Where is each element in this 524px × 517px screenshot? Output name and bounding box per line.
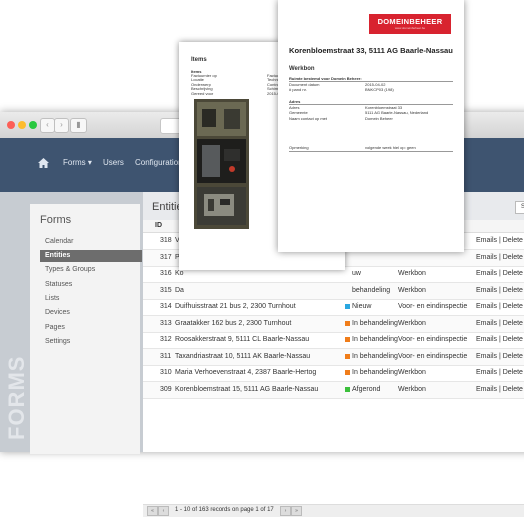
nav-forms[interactable]: Forms ▾ — [63, 158, 92, 167]
section3-row: Opmerking volgende week hiel op: geen — [289, 145, 453, 152]
search-button[interactable]: S — [515, 201, 524, 214]
table-row[interactable]: 310 Maria Verhoevenstraat 4, 2387 Baarle-… — [143, 365, 524, 382]
cell-actions[interactable]: Emails | Delete | E — [476, 336, 524, 343]
cell-id: 310 — [160, 369, 172, 376]
cell-actions[interactable]: Emails | Delete | E — [476, 237, 524, 244]
cell-id: 311 — [160, 352, 172, 360]
prev-page-button[interactable]: ‹ — [158, 506, 169, 516]
sidebar-item-devices[interactable]: Devices — [40, 307, 142, 319]
first-page-button[interactable]: « — [147, 506, 158, 516]
cell-actions[interactable]: Emails | Delete | E — [476, 369, 524, 376]
cell-type: Voor- en eindinspectie — [398, 303, 468, 310]
items-doc-title: Items — [191, 57, 207, 63]
next-page-button[interactable]: › — [280, 506, 291, 516]
status-indicator — [345, 386, 350, 392]
cell-actions[interactable]: Emails | Delete | E — [476, 303, 524, 310]
section1-labels: Document datum # pand nr. — [289, 82, 320, 92]
cell-address: Maria Verhoevenstraat 4, 2387 Baarle-Her… — [175, 369, 317, 376]
cell-type: Werkbon — [398, 319, 426, 327]
cell-id: 315 — [160, 286, 172, 294]
cell-address: Graatakker 162 bus 2, 2300 Turnhout — [175, 319, 292, 327]
equipment-photo — [194, 99, 249, 229]
cell-status: Afgerond — [352, 385, 381, 393]
sidebar-item-settings[interactable]: Settings — [40, 336, 142, 348]
cell-id: 316 — [160, 270, 172, 277]
back-button[interactable]: ‹ — [40, 118, 55, 133]
column-header-id: ID — [155, 222, 162, 229]
home-icon[interactable] — [38, 158, 49, 168]
section2-labels: Adres Gemeente Naam contact op met — [289, 105, 328, 121]
cell-address: Korenbloemstraat 15, 5111 AG Baarle-Nass… — [175, 385, 319, 393]
minimize-window-button[interactable] — [18, 121, 26, 129]
cell-actions[interactable]: Emails | Delete | E — [476, 353, 524, 360]
status-indicator — [345, 370, 350, 375]
sidebar-toggle-icon[interactable]: ▮ — [70, 118, 87, 133]
cell-type: Werkbon — [398, 385, 426, 393]
cell-actions[interactable]: Emails | Delete | E — [476, 287, 524, 294]
close-window-button[interactable] — [7, 121, 15, 129]
sidebar-item-entities[interactable]: Entities — [40, 250, 142, 262]
cell-status: In behandeling — [352, 336, 398, 343]
entities-table: 318VeEmails | Delete | E317PaEmails | De… — [143, 233, 524, 493]
status-indicator — [345, 337, 350, 342]
cell-actions[interactable]: Emails | Delete | E — [476, 254, 524, 261]
table-row[interactable]: 314 Duifhuisstraat 21 bus 2, 2300 Turnhou… — [143, 299, 524, 316]
domeinbeheer-logo: DOMEINBEHEER www.domeinbeheer.be — [369, 14, 451, 34]
items-doc-labels: Factuurnier op Locatie Onderwerp Beschri… — [191, 73, 217, 96]
cell-id: 313 — [160, 319, 172, 327]
cell-status: uw — [352, 270, 361, 277]
cell-actions[interactable]: Emails | Delete | E — [476, 386, 524, 393]
table-row[interactable]: 313 Graatakker 162 bus 2, 2300 Turnhout In… — [143, 315, 524, 333]
sidebar-item-statuses[interactable]: Statuses — [40, 279, 142, 291]
cell-id: 312 — [160, 336, 172, 343]
zoom-window-button[interactable] — [29, 121, 37, 129]
cell-id: 318 — [160, 237, 172, 244]
cell-type: Voor- en eindinspectie — [398, 352, 468, 360]
forward-button[interactable]: › — [54, 118, 69, 133]
cell-actions[interactable]: Emails | Delete | E — [476, 320, 524, 327]
cell-actions[interactable]: Emails | Delete | E — [476, 270, 524, 277]
status-indicator — [345, 353, 350, 359]
cell-id: 309 — [160, 385, 172, 393]
sidebar-item-lists[interactable]: Lists — [40, 293, 142, 305]
cell-type: Werkbon — [398, 270, 426, 277]
last-page-button[interactable]: » — [291, 506, 302, 516]
pagination-text: 1 - 10 of 163 records on page 1 of 17 — [175, 507, 274, 513]
werkbon-heading: Korenbloemstraat 33, 5111 AG Baarle-Nass… — [289, 46, 453, 55]
nav-users[interactable]: Users — [103, 158, 124, 167]
cell-status: In behandeling — [352, 369, 398, 376]
sidebar-item-types-groups[interactable]: Types & Groups — [40, 264, 142, 276]
forms-menu: Forms Calendar Entities Types & Groups S… — [30, 204, 142, 454]
werkbon-subheading: Werkbon — [289, 66, 315, 72]
cell-status: behandeling — [352, 286, 391, 294]
sidebar-item-pages[interactable]: Pages — [40, 322, 142, 334]
pagination-bar: « ‹ 1 - 10 of 163 records on page 1 of 1… — [143, 504, 524, 517]
table-row[interactable]: 309 Korenbloemstraat 15, 5111 AG Baarle-N… — [143, 381, 524, 399]
table-row[interactable]: 315Da behandeling Werkbon Emails | Delete |… — [143, 282, 524, 300]
cell-type: Voor- en eindinspectie — [398, 336, 468, 343]
forms-brand-text: FORMS — [4, 355, 29, 440]
table-row[interactable]: 312 Roosakkerstraat 9, 5111 CL Baarle-Nas… — [143, 332, 524, 349]
cell-status: In behandeling — [352, 319, 398, 327]
cell-address: Taxandriastraat 10, 5111 AK Baarle-Nassa… — [175, 352, 311, 360]
table-row[interactable]: 311 Taxandriastraat 10, 5111 AK Baarle-Na… — [143, 348, 524, 366]
cell-type: Werkbon — [398, 286, 426, 294]
cell-address: Ko — [175, 270, 184, 277]
menu-title: Forms — [40, 214, 72, 226]
cell-address: Da — [175, 286, 184, 294]
cell-id: 314 — [160, 303, 172, 310]
cell-status: In behandeling — [352, 352, 398, 360]
cell-id: 317 — [160, 253, 172, 261]
cell-type: Werkbon — [398, 369, 426, 376]
cell-address: Duifhuisstraat 21 bus 2, 2300 Turnhout — [175, 303, 296, 310]
status-indicator — [345, 320, 350, 326]
cell-status: Nieuw — [352, 303, 372, 310]
status-indicator — [345, 304, 350, 309]
werkbon-document-preview: DOMEINBEHEER www.domeinbeheer.be Korenbl… — [278, 0, 464, 252]
section2-values: Korenbloemstraat 33 5111 AG Baarle-Nassa… — [365, 105, 429, 121]
section1-values: 2015-04-02 BNKCP03 (198) — [365, 82, 394, 92]
sidebar-item-calendar[interactable]: Calendar — [40, 236, 142, 248]
cell-address: Roosakkerstraat 9, 5111 CL Baarle-Nassau — [175, 336, 310, 343]
